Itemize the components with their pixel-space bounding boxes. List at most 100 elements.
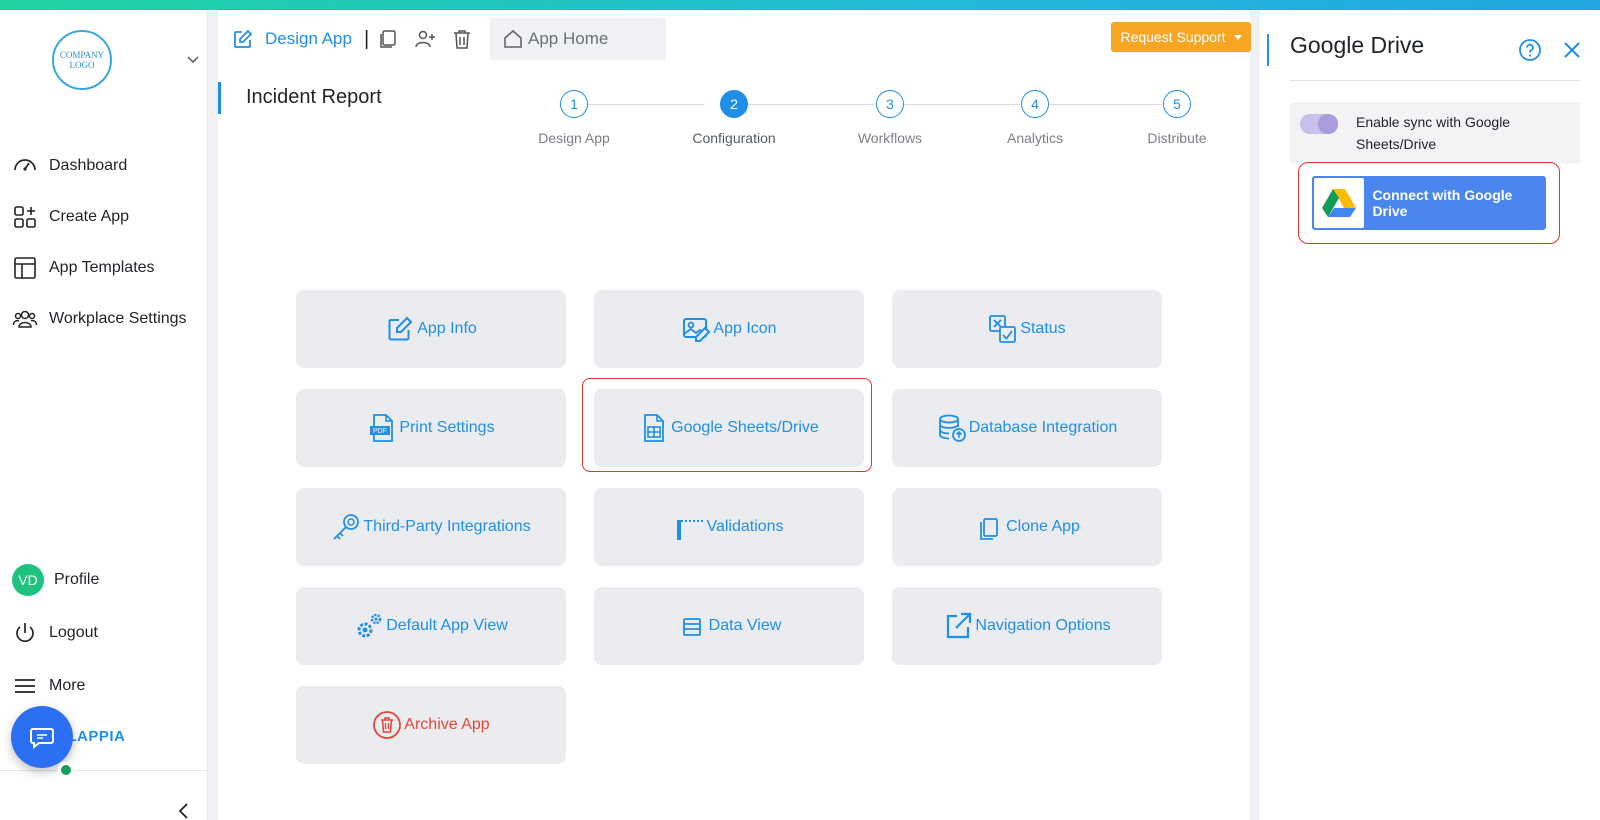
title-accent bbox=[218, 82, 221, 114]
trash-icon[interactable] bbox=[451, 28, 473, 50]
add-user-icon[interactable] bbox=[414, 28, 436, 50]
button-label: Request Support bbox=[1120, 29, 1226, 45]
card-label: App Icon bbox=[713, 320, 777, 337]
company-logo[interactable]: COMPANY LOGO bbox=[52, 30, 112, 90]
step-workflows[interactable]: 3 Workflows bbox=[845, 90, 935, 146]
step-number: 5 bbox=[1163, 90, 1191, 118]
navigation-options-card[interactable]: Navigation Options bbox=[892, 587, 1162, 665]
panel-title: Google Drive bbox=[1290, 32, 1425, 58]
copy-icon bbox=[980, 518, 998, 540]
help-icon[interactable] bbox=[1518, 38, 1542, 62]
step-design-app[interactable]: 1 Design App bbox=[529, 90, 619, 146]
sidebar-item-label: Logout bbox=[49, 623, 98, 641]
avatar: VD bbox=[12, 563, 44, 596]
database-integration-card[interactable]: Database Integration bbox=[892, 389, 1162, 467]
sync-label: Enable sync with Google Sheets/Drive bbox=[1356, 114, 1511, 152]
archive-app-card[interactable]: Archive App bbox=[296, 686, 566, 764]
sidebar-item-dashboard[interactable]: Dashboard bbox=[0, 140, 207, 191]
google-drive-icon bbox=[1322, 189, 1357, 217]
status-card[interactable]: Status bbox=[892, 290, 1162, 368]
step-label: Distribute bbox=[1147, 130, 1207, 146]
step-label: Analytics bbox=[1006, 130, 1064, 146]
svg-text:PDF: PDF bbox=[373, 428, 387, 435]
sidebar-item-label: Workplace Settings bbox=[49, 309, 187, 327]
list-icon bbox=[682, 618, 701, 636]
tab-label: App Home bbox=[528, 29, 609, 48]
clone-app-card[interactable]: Clone App bbox=[892, 488, 1162, 566]
sync-setting: Enable sync with Google Sheets/Drive bbox=[1290, 102, 1580, 164]
step-analytics[interactable]: 4 Analytics bbox=[990, 90, 1080, 146]
sidebar-item-label: Profile bbox=[54, 570, 100, 588]
tab-bar: Design App | App Home bbox=[218, 18, 666, 60]
chevron-left-icon[interactable] bbox=[176, 802, 192, 820]
button-label: Connect with Google Drive bbox=[1372, 187, 1513, 219]
sidebar-item-label: Create App bbox=[49, 207, 130, 225]
sidebar-bottom-nav: VD Profile Logout More bbox=[0, 553, 207, 712]
card-label: Database Integration bbox=[968, 419, 1118, 436]
validations-card[interactable]: Validations bbox=[594, 488, 864, 566]
users-icon bbox=[12, 310, 38, 328]
trash-circle-icon bbox=[373, 711, 402, 739]
sidebar-item-more[interactable]: More bbox=[0, 659, 207, 712]
status-icon bbox=[989, 315, 1017, 343]
sidebar-nav: Dashboard Create App App Templates Workp… bbox=[0, 140, 207, 344]
external-link-icon bbox=[947, 612, 972, 639]
power-icon bbox=[16, 622, 34, 642]
chevron-down-icon[interactable] bbox=[186, 52, 200, 66]
page-title: Incident Report bbox=[246, 86, 382, 108]
third-party-integrations-card[interactable]: Third-Party Integrations bbox=[296, 488, 566, 566]
step-configuration[interactable]: 2 Configuration bbox=[689, 90, 779, 146]
step-number: 2 bbox=[720, 90, 748, 118]
card-label: Default App View bbox=[386, 617, 508, 634]
divider bbox=[0, 770, 207, 771]
print-settings-card[interactable]: PDF Print Settings bbox=[296, 389, 566, 467]
close-icon[interactable] bbox=[1562, 40, 1582, 60]
google-drive-panel: Google Drive Enable sync with Google She… bbox=[1260, 10, 1600, 820]
sidebar-item-app-templates[interactable]: App Templates bbox=[0, 242, 207, 293]
card-label: Archive App bbox=[404, 716, 490, 733]
connect-google-drive-button[interactable]: Connect with Google Drive bbox=[1312, 176, 1546, 230]
tab-separator: | bbox=[363, 27, 370, 50]
sidebar-item-logout[interactable]: Logout bbox=[0, 606, 207, 659]
data-view-card[interactable]: Data View bbox=[594, 587, 864, 665]
sidebar-item-label: Dashboard bbox=[49, 156, 128, 174]
template-icon bbox=[14, 256, 36, 279]
key-icon bbox=[333, 514, 360, 540]
request-support-button[interactable]: Request Support bbox=[1111, 22, 1251, 52]
step-distribute[interactable]: 5 Distribute bbox=[1132, 90, 1222, 146]
sidebar-item-workplace-settings[interactable]: Workplace Settings bbox=[0, 293, 207, 344]
image-edit-icon bbox=[683, 318, 711, 342]
sync-toggle[interactable] bbox=[1300, 114, 1338, 134]
app-info-card[interactable]: App Info bbox=[296, 290, 566, 368]
step-label: Configuration bbox=[692, 130, 776, 146]
app-icon-card[interactable]: App Icon bbox=[594, 290, 864, 368]
tab-label: Design App bbox=[265, 29, 352, 48]
chat-button[interactable] bbox=[11, 706, 73, 768]
gears-icon bbox=[357, 613, 382, 638]
step-number: 3 bbox=[876, 90, 904, 118]
tab-app-home[interactable]: App Home bbox=[490, 18, 666, 60]
grid-plus-icon bbox=[14, 205, 36, 228]
tab-design-app[interactable]: Design App | bbox=[218, 18, 498, 60]
sidebar: COMPANY LOGO Dashboard Create App App Te… bbox=[0, 10, 208, 820]
divider bbox=[1290, 80, 1580, 81]
main-content: Design App | App Home Request Support In… bbox=[218, 10, 1251, 820]
copy-icon[interactable] bbox=[377, 28, 399, 50]
sidebar-item-profile[interactable]: VD Profile bbox=[0, 553, 207, 606]
pdf-icon: PDF bbox=[370, 414, 394, 442]
default-app-view-card[interactable]: Default App View bbox=[296, 587, 566, 665]
google-sheets-drive-card[interactable]: Google Sheets/Drive bbox=[594, 389, 864, 467]
gauge-icon bbox=[14, 158, 36, 171]
edit-icon bbox=[234, 29, 253, 48]
step-number: 4 bbox=[1021, 90, 1049, 118]
card-label: Validations bbox=[706, 518, 784, 535]
card-label: Print Settings bbox=[399, 419, 495, 436]
home-icon bbox=[504, 29, 522, 48]
card-label: Google Sheets/Drive bbox=[671, 419, 819, 436]
database-icon bbox=[938, 414, 966, 442]
sidebar-item-label: App Templates bbox=[49, 258, 155, 276]
sidebar-item-create-app[interactable]: Create App bbox=[0, 191, 207, 242]
card-label: Status bbox=[1020, 320, 1066, 337]
online-status-dot bbox=[58, 762, 74, 778]
menu-icon bbox=[15, 678, 35, 693]
